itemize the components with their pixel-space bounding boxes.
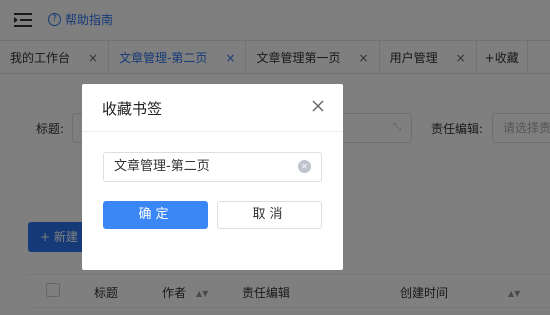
cancel-button[interactable]: 取消: [217, 201, 322, 229]
bookmark-dialog: 收藏书签 文章管理-第二页 ✕ 确定 取消: [82, 84, 343, 270]
bookmark-name-input[interactable]: 文章管理-第二页 ✕: [103, 152, 322, 182]
input-value: 文章管理-第二页: [114, 159, 210, 174]
clear-icon[interactable]: ✕: [298, 160, 311, 173]
close-icon[interactable]: [310, 98, 326, 114]
confirm-button[interactable]: 确定: [103, 201, 208, 229]
divider: [82, 131, 343, 132]
dialog-title: 收藏书签: [102, 100, 163, 118]
